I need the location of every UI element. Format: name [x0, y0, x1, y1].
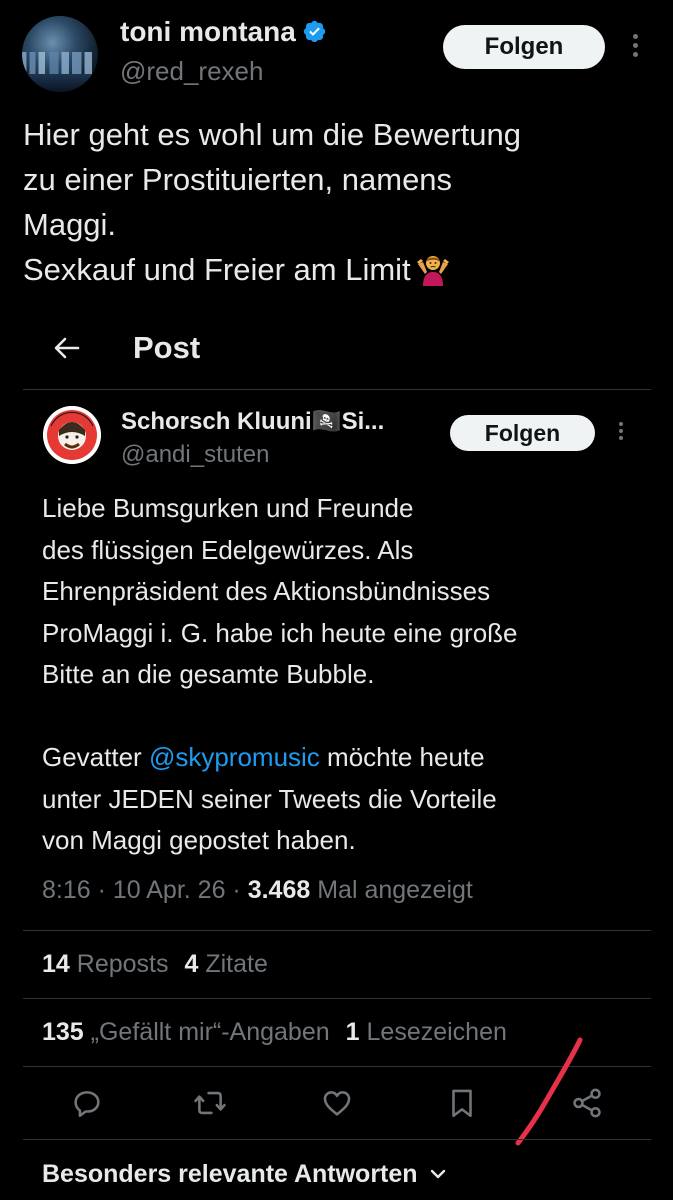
author-handle[interactable]: @red_rexeh	[120, 56, 263, 87]
engagement-stats-1: 14 Reposts 4 Zitate	[42, 950, 268, 979]
page-title: Post	[133, 330, 201, 365]
quotes-stat[interactable]: 4 Zitate	[184, 950, 267, 978]
quoted-author-name[interactable]: Schorsch Kluuni🏴‍☠️Si...	[121, 407, 384, 436]
like-icon[interactable]	[320, 1086, 354, 1120]
divider	[23, 930, 651, 931]
chevron-down-icon	[430, 1169, 445, 1179]
replies-sort-label: Besonders relevante Antworten	[42, 1160, 418, 1188]
post-time[interactable]: 8:16 · 10 Apr. 26 ·	[42, 876, 248, 904]
reposts-stat[interactable]: 14 Reposts	[42, 950, 168, 978]
more-icon[interactable]	[626, 34, 644, 62]
author-avatar[interactable]	[22, 16, 98, 92]
author-name-text: toni montana	[120, 16, 296, 47]
divider	[23, 998, 651, 999]
views-label: Mal angezeigt	[310, 876, 473, 904]
bookmark-icon[interactable]	[445, 1086, 479, 1120]
engagement-stats-2: 135 „Gefällt mir“-Angaben 1 Lesezeichen	[42, 1018, 507, 1047]
likes-stat[interactable]: 135 „Gefällt mir“-Angaben	[42, 1018, 330, 1046]
quoted-author-handle[interactable]: @andi_stuten	[121, 441, 269, 469]
quoted-author-avatar[interactable]	[43, 406, 101, 464]
divider	[23, 389, 651, 390]
follow-button[interactable]: Folgen	[443, 25, 605, 69]
avatar-image-icon	[43, 406, 101, 464]
post-text-line: zu einer Prostituierten, namens	[23, 162, 453, 197]
likes-count: 135	[42, 1018, 84, 1046]
bookmarks-count: 1	[345, 1018, 360, 1046]
quoted-text-line: ProMaggi i. G. habe ich heute eine große	[42, 617, 518, 648]
author-name[interactable]: toni montana	[120, 16, 327, 48]
quoted-text-line: Ehrenpräsident des Aktionsbündnisses	[42, 576, 491, 606]
quoted-text-line-mention: Gevatter @skypromusic möchte heute	[42, 737, 642, 779]
post-meta: 8:16 · 10 Apr. 26 · 3.468 Mal angezeigt	[42, 876, 473, 905]
verified-badge-icon	[303, 20, 325, 43]
post-text-line: Maggi.	[23, 207, 117, 242]
likes-label: „Gefällt mir“-Angaben	[83, 1018, 330, 1046]
reposts-count: 14	[42, 950, 70, 978]
person-shrugging-emoji-icon	[416, 256, 449, 286]
reply-icon[interactable]	[70, 1086, 104, 1120]
quoted-follow-button[interactable]: Folgen	[450, 415, 595, 451]
quotes-label: Zitate	[198, 950, 268, 978]
divider	[23, 1139, 651, 1140]
quoted-text-line: Liebe Bumsgurken und Freunde	[42, 493, 414, 523]
repost-icon[interactable]	[193, 1086, 227, 1120]
quoted-text-line: Bitte an die gesamte Bubble.	[42, 659, 375, 689]
reposts-label: Reposts	[69, 950, 169, 978]
views-count: 3.468	[247, 876, 311, 904]
post-text-line-last: Sexkauf und Freier am Limit	[23, 247, 653, 292]
post-text: Hier geht es wohl um die Bewertung zu ei…	[23, 112, 653, 292]
red-marker-annotation	[515, 1037, 583, 1146]
post-text-line: Hier geht es wohl um die Bewertung	[23, 117, 521, 152]
bookmarks-stat[interactable]: 1 Lesezeichen	[346, 1018, 507, 1046]
quoted-text-segment: Gevatter	[42, 742, 149, 772]
back-arrow-icon[interactable]	[52, 333, 82, 363]
avatar-water	[22, 74, 98, 92]
quoted-more-icon[interactable]	[616, 422, 626, 448]
replies-sort-dropdown[interactable]: Besonders relevante Antworten	[42, 1160, 448, 1189]
bookmarks-label: Lesezeichen	[359, 1018, 507, 1046]
quoted-text-line: von Maggi gepostet haben.	[42, 825, 356, 855]
quotes-count: 4	[184, 950, 199, 978]
mention-link[interactable]: @skypromusic	[149, 742, 320, 772]
quoted-text-segment: möchte heute	[319, 742, 485, 772]
quoted-text-line: des flüssigen Edelgewürzes. Als	[42, 534, 414, 565]
quoted-text-line: unter JEDEN seiner Tweets die Vorteile	[42, 783, 497, 814]
quoted-post-text: Liebe Bumsgurken und Freunde des flüssig…	[42, 488, 642, 862]
post-text-line: Sexkauf und Freier am Limit	[23, 252, 411, 287]
avatar-city-skyline	[22, 52, 98, 74]
